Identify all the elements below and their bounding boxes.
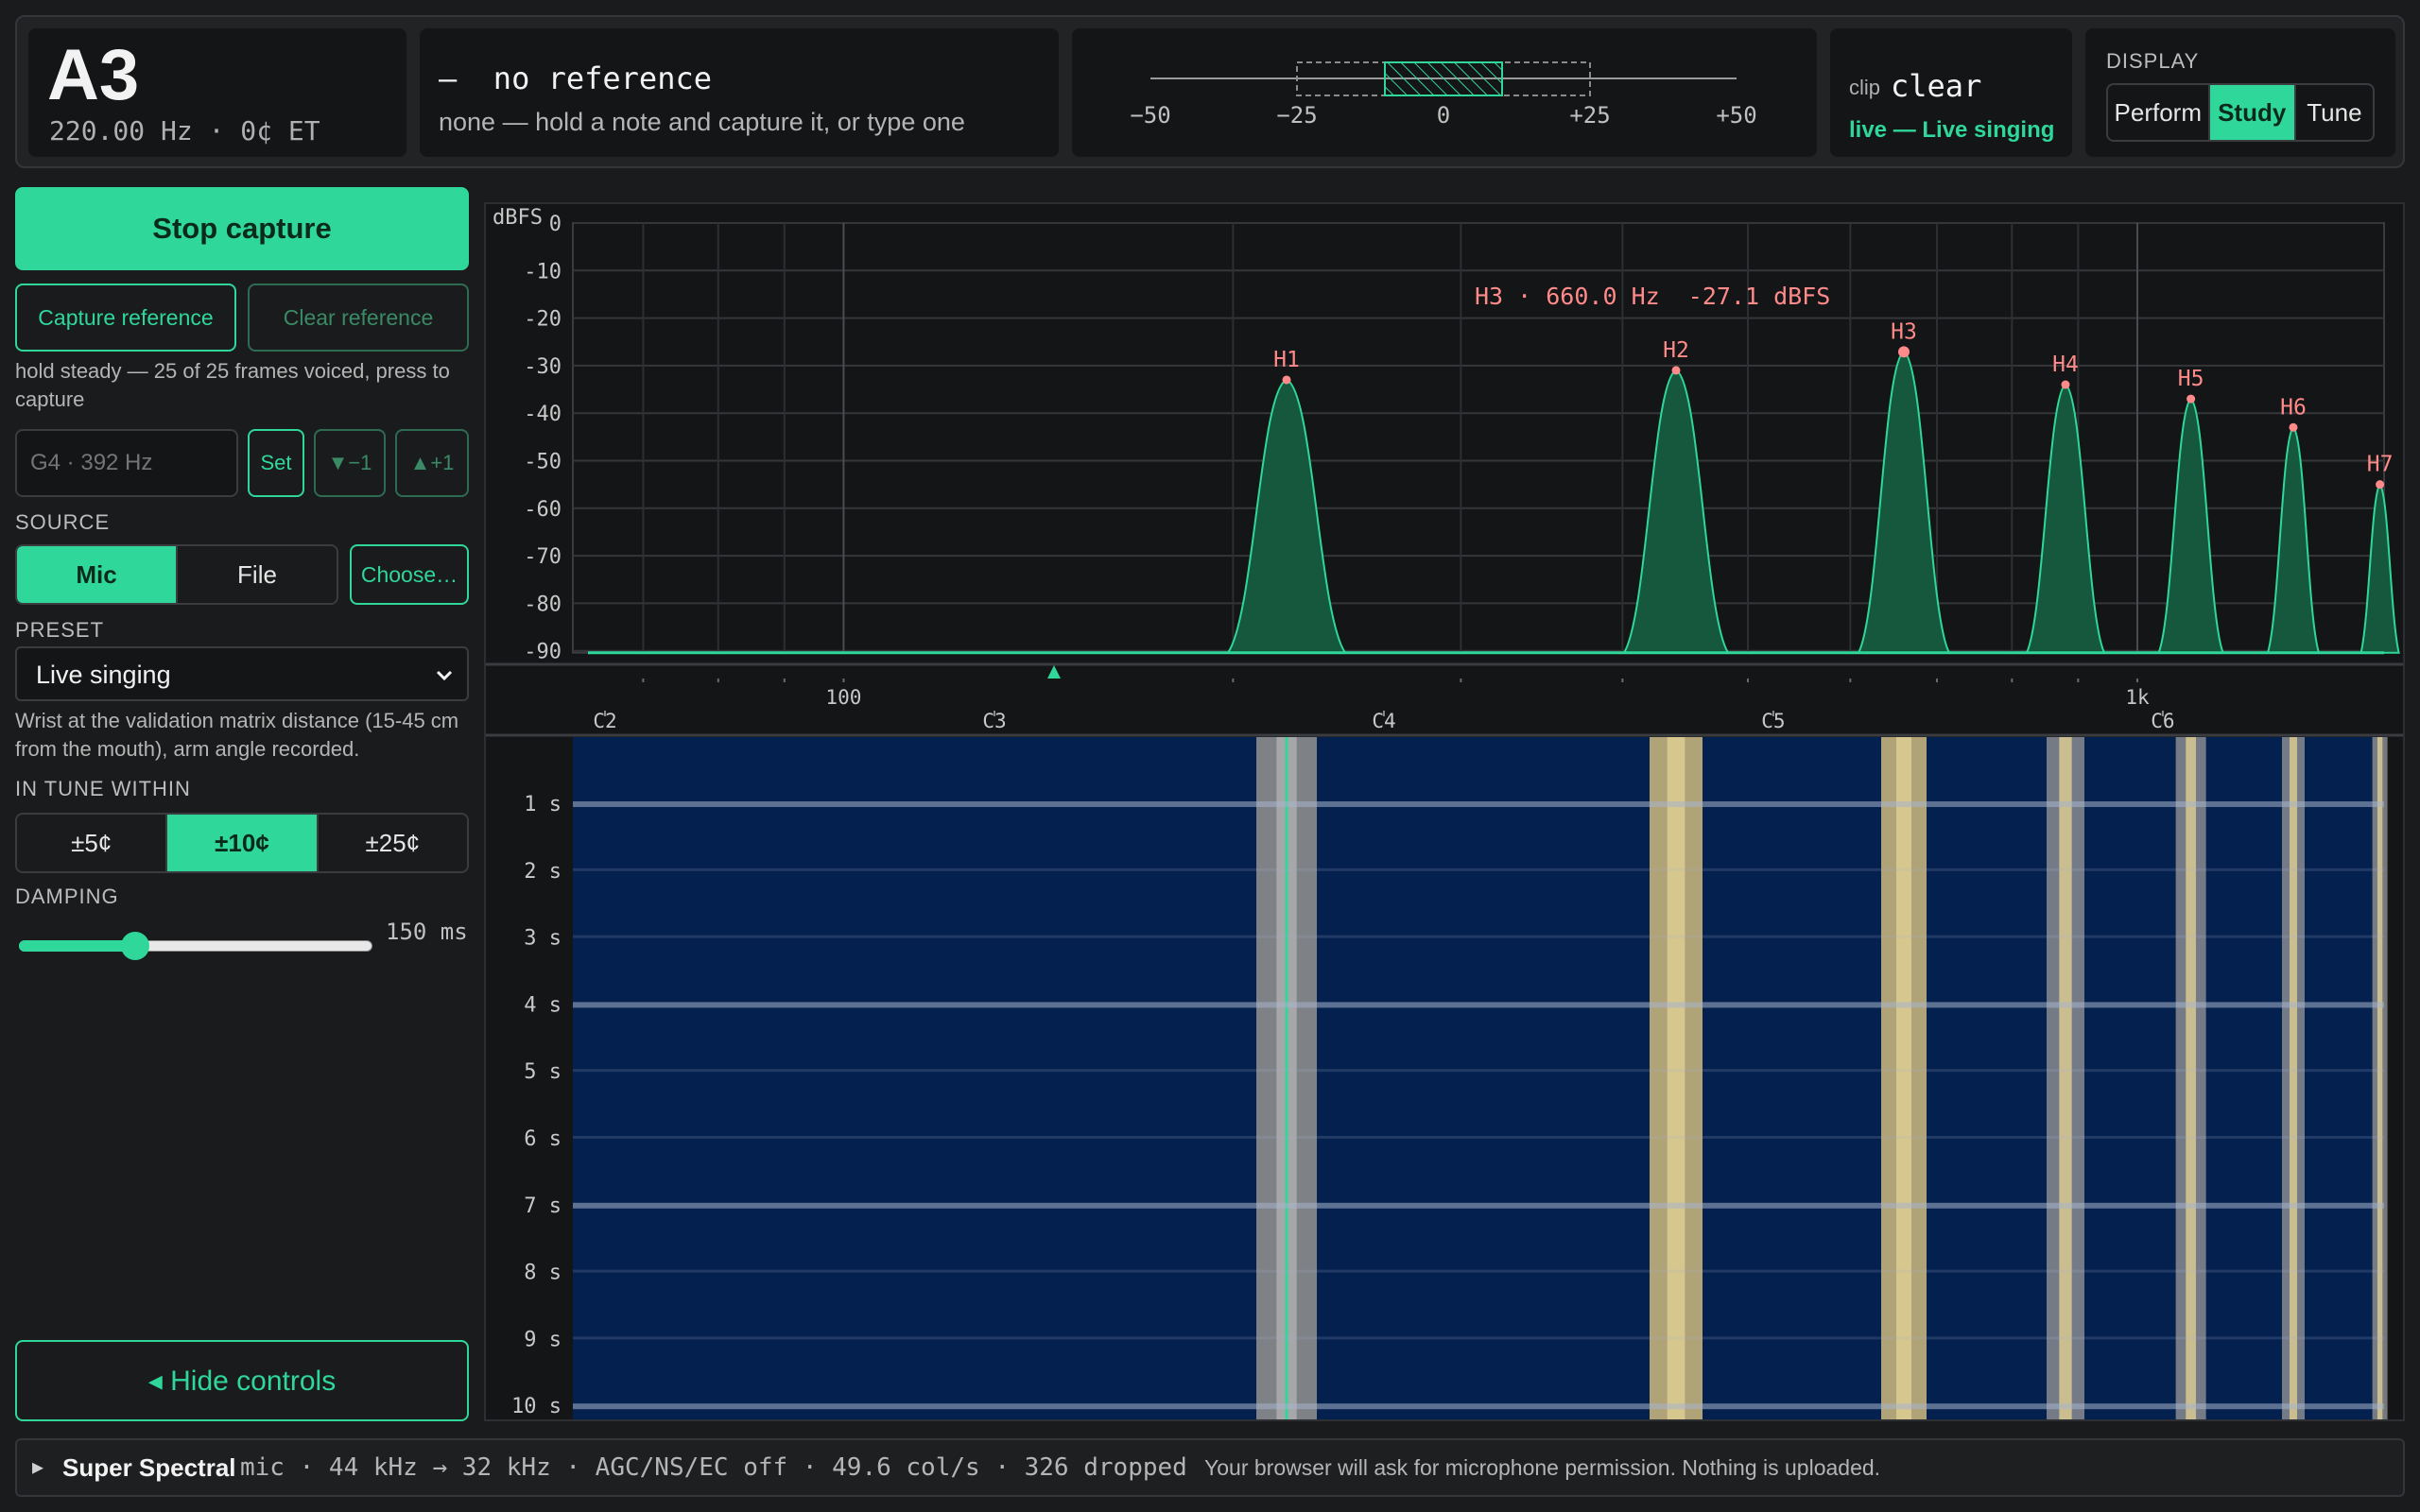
meter-tick: 0 xyxy=(1437,102,1450,129)
meter-tick: −25 xyxy=(1276,102,1317,129)
top-bar: A3 220.00 Hz · 0¢ ET — no reference none… xyxy=(15,15,2405,168)
display-mode-selector: Perform Study Tune xyxy=(2106,83,2375,142)
clip-label: clip xyxy=(1849,76,1881,99)
tune-option-25[interactable]: ±25¢ xyxy=(316,815,467,871)
status-toggle-icon[interactable]: ▸ xyxy=(32,1453,43,1481)
reference-subtitle: none — hold a note and capture it, or ty… xyxy=(439,108,965,136)
hide-controls-button[interactable]: ◂ Hide controls xyxy=(15,1340,469,1421)
meter-in-tune-zone xyxy=(1384,61,1503,96)
cents-meter-card: −50 −25 0 +25 +50 xyxy=(1072,28,1817,157)
preset-label: PRESET xyxy=(15,618,105,642)
display-card: DISPLAY Perform Study Tune xyxy=(2085,28,2395,157)
app-name: Super Spectral xyxy=(62,1453,236,1482)
reference-title: — no reference xyxy=(439,60,712,96)
source-label: SOURCE xyxy=(15,510,111,534)
meter-tick: +25 xyxy=(1569,102,1610,129)
display-mode-perform[interactable]: Perform xyxy=(2108,85,2208,140)
stop-capture-button[interactable]: Stop capture xyxy=(15,187,469,270)
note-card: A3 220.00 Hz · 0¢ ET xyxy=(28,28,406,157)
capture-reference-button[interactable]: Capture reference xyxy=(15,284,236,352)
stream-info: mic · 44 kHz → 32 kHz · AGC/NS/EC off · … xyxy=(240,1453,1187,1482)
damping-fill xyxy=(19,940,136,952)
damping-label: DAMPING xyxy=(15,885,119,908)
note-frequency: 220.00 Hz · 0¢ ET xyxy=(49,115,320,146)
preset-hint: Wrist at the validation matrix distance … xyxy=(15,709,459,761)
meter-tick: −50 xyxy=(1130,102,1170,129)
clip-card: clip clear live — Live singing xyxy=(1830,28,2072,157)
tune-option-5[interactable]: ±5¢ xyxy=(17,815,165,871)
semitone-up-button[interactable]: ▲+1 xyxy=(395,429,469,497)
clear-reference-button[interactable]: Clear reference xyxy=(248,284,469,352)
cents-meter: −50 −25 0 +25 +50 xyxy=(1130,61,1757,129)
detected-note: A3 xyxy=(47,35,140,115)
privacy-note: Your browser will ask for microphone per… xyxy=(1204,1455,1881,1480)
choose-file-button[interactable]: Choose… xyxy=(350,544,469,605)
damping-thumb[interactable] xyxy=(121,932,150,960)
meter-tick: +50 xyxy=(1716,102,1756,129)
source-selector: Mic File xyxy=(15,544,338,605)
tune-label: IN TUNE WITHIN xyxy=(15,777,191,800)
preset-select[interactable]: Live singing xyxy=(15,646,469,701)
semitone-down-button[interactable]: ▼−1 xyxy=(314,429,386,497)
set-reference-button[interactable]: Set xyxy=(248,429,304,497)
display-label: DISPLAY xyxy=(2106,49,2200,73)
status-bar: ▸ Super Spectral mic · 44 kHz → 32 kHz ·… xyxy=(15,1438,2405,1497)
clip-value: clear xyxy=(1891,68,1982,104)
reference-card: — no reference none — hold a note and ca… xyxy=(420,28,1059,157)
damping-slider[interactable] xyxy=(19,932,372,960)
display-mode-tune[interactable]: Tune xyxy=(2293,85,2373,140)
capture-hint: hold steady — 25 of 25 frames voiced, pr… xyxy=(15,359,450,411)
chevron-down-icon xyxy=(436,670,453,681)
live-status: live — Live singing xyxy=(1849,117,2055,143)
tune-tolerance-selector: ±5¢ ±10¢ ±25¢ xyxy=(15,813,469,873)
reference-note-input[interactable] xyxy=(15,429,238,497)
analysis-panel xyxy=(484,202,2405,1421)
damping-value: 150 ms xyxy=(386,919,468,945)
display-mode-study[interactable]: Study xyxy=(2207,85,2294,140)
source-file[interactable]: File xyxy=(176,546,337,603)
tune-option-10[interactable]: ±10¢ xyxy=(165,815,317,871)
source-mic[interactable]: Mic xyxy=(17,546,176,603)
preset-value: Live singing xyxy=(36,661,171,689)
